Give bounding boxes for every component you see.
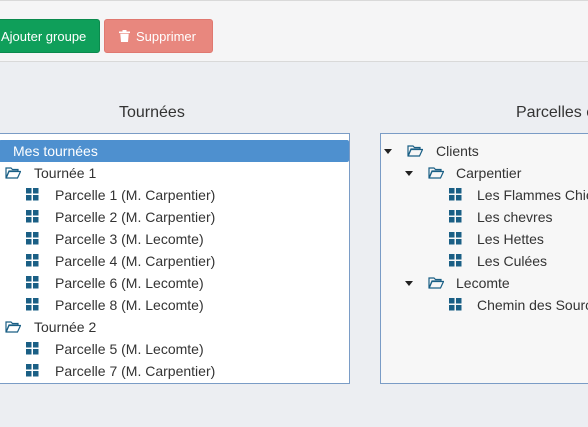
tree-item[interactable]: Parcelle 3 (M. Lecomte) [0, 228, 349, 250]
tree-client-label: Carpentier [456, 165, 522, 181]
grid-icon [449, 232, 462, 245]
tree-root-label: Clients [436, 143, 479, 159]
caret-down-icon[interactable] [405, 171, 413, 176]
delete-label: Supprimer [136, 29, 196, 44]
tree-item[interactable]: Parcelle 8 (M. Lecomte) [0, 294, 349, 316]
caret-down-icon[interactable] [405, 281, 413, 286]
tree-item[interactable]: Parcelle 2 (M. Carpentier) [0, 206, 349, 228]
tree-client-lecomte[interactable]: Lecomte [381, 272, 588, 294]
grid-icon [449, 188, 462, 201]
grid-icon [26, 232, 39, 245]
tree-item[interactable]: Les Hettes [381, 228, 588, 250]
tree-group-tour-1[interactable]: Tournée 1 [0, 162, 349, 184]
add-group-button[interactable]: Ajouter groupe [0, 19, 100, 53]
grid-icon [26, 188, 39, 201]
grid-icon [26, 276, 39, 289]
tree-item[interactable]: Chemin des Sourc [381, 294, 588, 316]
folder-open-icon [407, 145, 423, 157]
caret-down-icon[interactable] [384, 149, 392, 154]
tree-item-label: Parcelle 1 (M. Carpentier) [55, 187, 216, 203]
tree-item[interactable]: Parcelle 1 (M. Carpentier) [0, 184, 349, 206]
tree-root-my-tours[interactable]: Mes tournées [0, 140, 349, 162]
folder-open-icon [5, 321, 21, 333]
tree-client-carpentier[interactable]: Carpentier [381, 162, 588, 184]
tree-item-label: Parcelle 3 (M. Lecomte) [55, 231, 204, 247]
grid-icon [26, 342, 39, 355]
tree-item-label: Chemin des Sourc [477, 297, 588, 313]
plots-tree: Clients Carpentier Les Flammes Chie Les … [380, 133, 588, 384]
grid-icon [449, 298, 462, 311]
tree-group-label: Tournée 2 [34, 319, 97, 335]
tree-item-label: Les Flammes Chie [477, 187, 588, 203]
grid-icon [449, 210, 462, 223]
tree-item-label: Parcelle 7 (M. Carpentier) [55, 363, 216, 379]
toolbar: Ajouter groupe Supprimer [0, 0, 588, 62]
tree-item-label: Parcelle 2 (M. Carpentier) [55, 209, 216, 225]
tree-item[interactable]: Parcelle 6 (M. Lecomte) [0, 272, 349, 294]
tree-item-label: Les Culées [477, 253, 548, 269]
grid-icon [26, 298, 39, 311]
tours-panel-title: Tournées [119, 104, 185, 121]
plots-panel-title: Parcelles c [516, 104, 588, 121]
delete-button[interactable]: Supprimer [104, 19, 213, 53]
grid-icon [26, 254, 39, 267]
add-group-label: Ajouter groupe [1, 29, 87, 44]
tree-item-label: Parcelle 4 (M. Carpentier) [55, 253, 216, 269]
grid-icon [26, 364, 39, 377]
tree-group-label: Tournée 1 [34, 165, 97, 181]
trash-icon [119, 21, 130, 55]
tree-root-clients[interactable]: Clients [381, 140, 588, 162]
tree-item-label: Les Hettes [477, 231, 544, 247]
folder-open-icon [428, 167, 444, 179]
tree-group-tour-2[interactable]: Tournée 2 [0, 316, 349, 338]
tree-item[interactable]: Les Culées [381, 250, 588, 272]
tree-item[interactable]: Parcelle 5 (M. Lecomte) [0, 338, 349, 360]
tree-item-label: Parcelle 8 (M. Lecomte) [55, 297, 204, 313]
tree-root-label: Mes tournées [13, 143, 98, 159]
tree-item[interactable]: Les Flammes Chie [381, 184, 588, 206]
tree-item-label: Les chevres [477, 209, 553, 225]
tree-item-label: Parcelle 5 (M. Lecomte) [55, 341, 204, 357]
tree-item[interactable]: Parcelle 4 (M. Carpentier) [0, 250, 349, 272]
grid-icon [449, 254, 462, 267]
tree-item[interactable]: Les chevres [381, 206, 588, 228]
tree-item-label: Parcelle 6 (M. Lecomte) [55, 275, 204, 291]
tree-item[interactable]: Parcelle 7 (M. Carpentier) [0, 360, 349, 382]
grid-icon [26, 210, 39, 223]
tree-client-label: Lecomte [456, 275, 510, 291]
folder-open-icon [5, 167, 21, 179]
folder-open-icon [428, 277, 444, 289]
tours-tree: Mes tournées Tournée 1 Parcelle 1 (M. Ca… [0, 133, 350, 384]
